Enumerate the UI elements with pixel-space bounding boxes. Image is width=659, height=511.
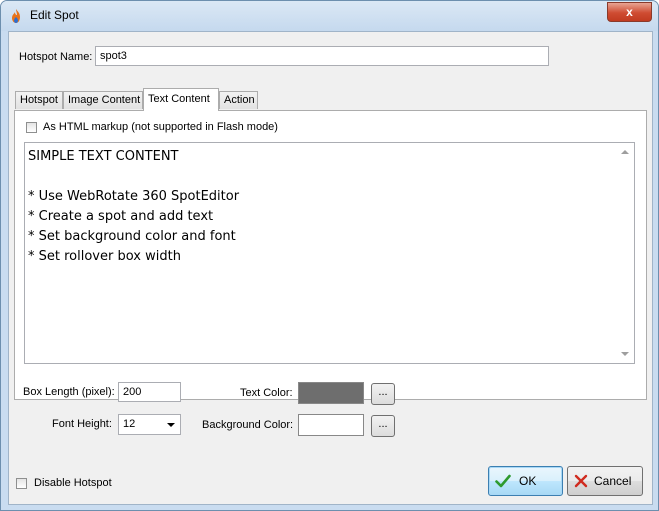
edit-spot-dialog: Edit Spot x Hotspot Name: Hotspot Image … bbox=[0, 0, 659, 511]
browse-label: ... bbox=[378, 386, 388, 398]
flame-icon bbox=[12, 9, 20, 23]
vertical-scrollbar[interactable] bbox=[617, 143, 634, 363]
text-content-panel: As HTML markup (not supported in Flash m… bbox=[14, 110, 647, 400]
text-color-browse-button[interactable]: ... bbox=[371, 383, 395, 405]
cancel-button[interactable]: Cancel bbox=[567, 466, 643, 496]
background-color-swatch[interactable] bbox=[298, 414, 364, 436]
x-icon bbox=[574, 474, 588, 488]
disable-hotspot-checkbox[interactable] bbox=[16, 478, 27, 489]
dialog-client-area: Hotspot Name: Hotspot Image Content Text… bbox=[8, 31, 653, 505]
tab-label: Text Content bbox=[148, 93, 210, 105]
ok-label: OK bbox=[519, 474, 537, 488]
disable-hotspot-label: Disable Hotspot bbox=[34, 477, 112, 489]
tab-label: Hotspot bbox=[20, 94, 58, 106]
close-icon: x bbox=[626, 5, 633, 19]
font-height-value: 12 bbox=[123, 418, 136, 430]
text-color-label: Text Color: bbox=[240, 387, 293, 399]
tab-action[interactable]: Action bbox=[219, 91, 258, 109]
html-markup-label: As HTML markup (not supported in Flash m… bbox=[43, 121, 278, 133]
hotspot-name-input[interactable] bbox=[95, 46, 549, 66]
tab-label: Action bbox=[224, 94, 255, 106]
ok-button[interactable]: OK bbox=[488, 466, 563, 496]
text-color-swatch[interactable] bbox=[298, 382, 364, 404]
title-bar[interactable]: Edit Spot x bbox=[1, 1, 658, 31]
tab-hotspot[interactable]: Hotspot bbox=[15, 91, 63, 109]
browse-label: ... bbox=[378, 418, 388, 430]
tab-image-content[interactable]: Image Content bbox=[63, 91, 143, 109]
box-length-label: Box Length (pixel): bbox=[23, 386, 115, 398]
chevron-down-icon bbox=[167, 423, 175, 427]
editor-text: SIMPLE TEXT CONTENT * Use WebRotate 360 … bbox=[28, 149, 240, 264]
close-button[interactable]: x bbox=[607, 2, 652, 22]
cancel-label: Cancel bbox=[594, 474, 632, 488]
background-color-label: Background Color: bbox=[202, 419, 294, 431]
tab-text-content[interactable]: Text Content bbox=[143, 88, 219, 111]
box-length-input[interactable] bbox=[118, 382, 181, 402]
font-height-label: Font Height: bbox=[52, 418, 112, 430]
scroll-up-icon[interactable] bbox=[621, 150, 629, 154]
background-color-browse-button[interactable]: ... bbox=[371, 415, 395, 437]
font-height-select[interactable]: 12 bbox=[118, 414, 181, 435]
hotspot-name-label: Hotspot Name: bbox=[19, 51, 93, 63]
window-title: Edit Spot bbox=[30, 8, 79, 22]
html-markup-checkbox[interactable] bbox=[26, 122, 37, 133]
tab-label: Image Content bbox=[68, 94, 141, 106]
scroll-down-icon[interactable] bbox=[621, 352, 629, 356]
check-icon bbox=[495, 474, 511, 488]
text-content-editor[interactable]: SIMPLE TEXT CONTENT * Use WebRotate 360 … bbox=[24, 142, 635, 364]
